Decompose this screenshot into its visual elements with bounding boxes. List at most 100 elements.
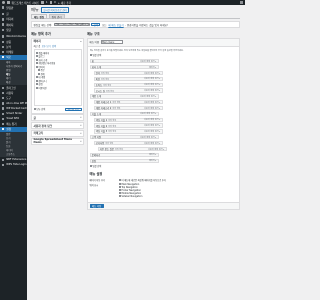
- menu-item-row[interactable]: 핵심 기술 2하위 항목 사용자 정의 링크: [93, 123, 163, 128]
- menu-item-type-toggle[interactable]: 사용자 정의 링크: [144, 118, 160, 121]
- menu-item-row[interactable]: 핵심 기술 1하위 항목 사용자 정의 링크: [93, 117, 163, 122]
- bulk-select-top[interactable]: 일괄 선택: [89, 53, 238, 57]
- checkbox-icon: [35, 65, 38, 68]
- subtab-search[interactable]: 검색: [52, 44, 56, 48]
- menu-item-type-toggle[interactable]: 사용자 정의 링크: [140, 112, 156, 115]
- menu-item-row[interactable]: 고객 지원 사용자 정의 링크: [89, 135, 159, 140]
- menu-name-input[interactable]: Main menu: [100, 40, 123, 44]
- menu-item-row[interactable]: 제품 소개 사용자 정의 링크: [89, 94, 159, 99]
- menu-select-bar: 편집할 메뉴 선택: Main menu (Main Navigation) ▾…: [31, 21, 240, 28]
- checkbox-icon: [35, 86, 38, 89]
- nav-tabs: 메뉴 편집 위치 관리: [31, 14, 240, 19]
- menu-item-type-toggle[interactable]: 사용자 정의 링크: [144, 107, 160, 110]
- updates-count[interactable]: 1: [46, 1, 48, 4]
- comments-icon: [49, 1, 53, 4]
- menu-item-row[interactable]: 문의하기 페이지: [89, 152, 159, 157]
- menu-item-row[interactable]: 오시는 길하위 항목 사용자 정의 링크: [93, 88, 163, 93]
- menu-item-row[interactable]: 상점 페이지: [89, 158, 159, 163]
- menu-item-title: 자주 묻는 질문: [99, 148, 114, 151]
- page-label: 이용약관: [38, 86, 47, 90]
- collapse-icon: [2, 122, 5, 126]
- menu-item-row[interactable]: 제품 카테고리 2하위 항목 사용자 정의 링크: [93, 105, 163, 111]
- sidebar-item-label: Yoast SEO: [6, 117, 20, 121]
- chevron-down-icon: ▾: [80, 139, 82, 143]
- menu-item-type-toggle[interactable]: 사용자 정의 링크: [144, 77, 160, 80]
- add-to-menu-button[interactable]: 메뉴에 추가: [65, 107, 82, 111]
- menu-select-dropdown[interactable]: Main menu (Main Navigation) ▾: [53, 22, 90, 27]
- checkbox-icon: [118, 189, 121, 192]
- auto-add-pages-checkbox[interactable]: 이 메뉴에 새로운 최상위 페이지를 자동으로 추가: [118, 178, 166, 182]
- tab-edit-menus[interactable]: 메뉴 편집: [31, 14, 48, 19]
- accordion-panel-header[interactable]: Google Spreadsheet Menu Items ▾: [32, 138, 83, 144]
- sidebar-item[interactable]: WPS Hide Login: [0, 162, 27, 167]
- subtab-view-all[interactable]: 모두 보기: [42, 44, 51, 48]
- save-menu-button[interactable]: 메뉴 저장: [89, 204, 104, 208]
- accordion-title: 카테고리: [33, 132, 44, 136]
- pages-checklist: 샘플 페이지 블로그 회사 소개 개인정보 처리방침 연락처 주문 결제 내 계정 장바구니 상점…: [33, 49, 82, 106]
- location-checkbox[interactable]: Sidebar Navigation: [118, 195, 142, 198]
- menu-item-row[interactable]: 자주 묻는 질문하위 항목 사용자 정의 링크: [97, 146, 167, 152]
- menu-item-type-toggle[interactable]: 사용자 정의 링크: [144, 124, 160, 127]
- menu-item-sub-label: 하위 항목: [101, 78, 110, 81]
- menu-item-type-toggle[interactable]: 사용자 정의 링크: [144, 142, 160, 145]
- menu-item-type-toggle[interactable]: 사용자 정의 링크: [144, 101, 160, 104]
- tab-manage-locations[interactable]: 위치 관리: [48, 14, 65, 19]
- menu-item-type-toggle[interactable]: 사용자 정의 링크: [140, 95, 156, 98]
- menu-item-row[interactable]: 비전하위 항목 사용자 정의 링크: [93, 76, 163, 82]
- menu-item-title-wrap: 문의하기: [92, 153, 100, 157]
- accordion-panel: Google Spreadsheet Menu Items ▾: [31, 137, 84, 145]
- menu-item-row[interactable]: 회사 소개 페이지: [89, 65, 159, 70]
- seo-icon: [2, 117, 5, 121]
- settings-submenu: 일반 쓰기 읽기 토론 미디어 고유주소: [0, 131, 27, 158]
- menu-item-type-toggle[interactable]: 사용자 정의 링크: [144, 72, 160, 75]
- select-menu-button[interactable]: 선택: [91, 22, 101, 27]
- menu-item-title-wrap: 오시는 길하위 항목: [96, 89, 114, 93]
- menu-item-type-toggle[interactable]: 사용자 정의 링크: [144, 89, 160, 92]
- menu-item-row[interactable]: 기술 소개 사용자 정의 링크: [89, 111, 159, 117]
- site-name-link[interactable]: 워드프레스 테스트 사이트: [12, 1, 40, 5]
- menu-item-type-toggle[interactable]: 사용자 정의 링크: [148, 148, 164, 151]
- display-location-row: 위치 표시 Main Navigation Top Navigation Foote…: [89, 182, 143, 198]
- menu-item-sub-label: 하위 항목: [108, 131, 117, 134]
- comments-count[interactable]: 0: [54, 1, 56, 4]
- menu-item-type-toggle[interactable]: 사용자 정의 링크: [144, 83, 160, 86]
- sidebar-item-label: WP Rocket Cache: [6, 107, 27, 111]
- menu-item-row[interactable]: 연혁하위 항목 사용자 정의 링크: [93, 70, 163, 76]
- menu-item-sub-label: 하위 항목: [108, 119, 117, 122]
- new-content-link[interactable]: + 새로 추가: [58, 1, 71, 5]
- menu-item-type-toggle[interactable]: 사용자 정의 링크: [140, 136, 156, 139]
- menu-item-row[interactable]: 공지사항하위 항목 사용자 정의 링크: [93, 141, 163, 146]
- sidebar-item-label: 상품: [6, 40, 11, 44]
- menu-item-row[interactable]: 홈 사용자 정의 링크: [89, 59, 159, 64]
- menu-item-row[interactable]: 핵심 기술 3하위 항목 사용자 정의 링크: [93, 129, 163, 134]
- checkbox-icon: [118, 192, 121, 195]
- menu-item-row[interactable]: 조직도하위 항목 사용자 정의 링크: [93, 82, 163, 87]
- add-menu-items-heading: 메뉴 항목 추가: [31, 32, 51, 36]
- menu-item-row[interactable]: 제품 카테고리 1하위 항목 사용자 정의 링크: [93, 100, 163, 105]
- menu-item-title-wrap: 자주 묻는 질문하위 항목: [100, 147, 123, 151]
- subtab-recent[interactable]: 최근 것: [34, 44, 41, 48]
- save-reminder-text: . 변경사항을 저장하는 것을 잊지 마세요!: [125, 23, 168, 27]
- submenu-item[interactable]: 고유주소: [0, 152, 27, 156]
- select-all-checkbox[interactable]: 모두 선택: [33, 108, 45, 111]
- menu-item-type-toggle[interactable]: 사용자 정의 링크: [140, 60, 156, 63]
- submenu-item[interactable]: 배경: [0, 80, 27, 84]
- accordion-panel-header[interactable]: 사용자 정의 링크 ▾: [32, 123, 83, 128]
- bulk-select-bottom[interactable]: 일괄 선택: [89, 164, 238, 168]
- wordpress-logo-icon[interactable]: [2, 1, 5, 4]
- page-checkbox-item[interactable]: 이용약관: [35, 86, 80, 90]
- menu-item-type-toggle[interactable]: 페이지: [149, 66, 156, 69]
- rocket-icon: [2, 107, 5, 110]
- accordion-panel-header[interactable]: 카테고리 ▾: [32, 131, 83, 136]
- sidebar-item-label: WPS Hide Login: [6, 163, 27, 167]
- menu-item-type-toggle[interactable]: 사용자 정의 링크: [144, 130, 160, 133]
- checkbox-icon: [89, 165, 92, 168]
- sidebar-item-label: WooCommerce: [6, 35, 26, 39]
- accordion-panel-header[interactable]: 글 ▾: [32, 115, 83, 120]
- create-new-menu-link[interactable]: 새 메뉴 만들기: [108, 23, 123, 27]
- live-preview-button[interactable]: 실시간 미리보기로 관리: [40, 6, 70, 14]
- avatar[interactable]: [240, 1, 243, 4]
- menu-item-title-wrap: 핵심 기술 3하위 항목: [96, 129, 116, 133]
- menu-item-type-toggle[interactable]: 페이지: [149, 159, 156, 162]
- menu-item-type-toggle[interactable]: 페이지: [149, 153, 156, 156]
